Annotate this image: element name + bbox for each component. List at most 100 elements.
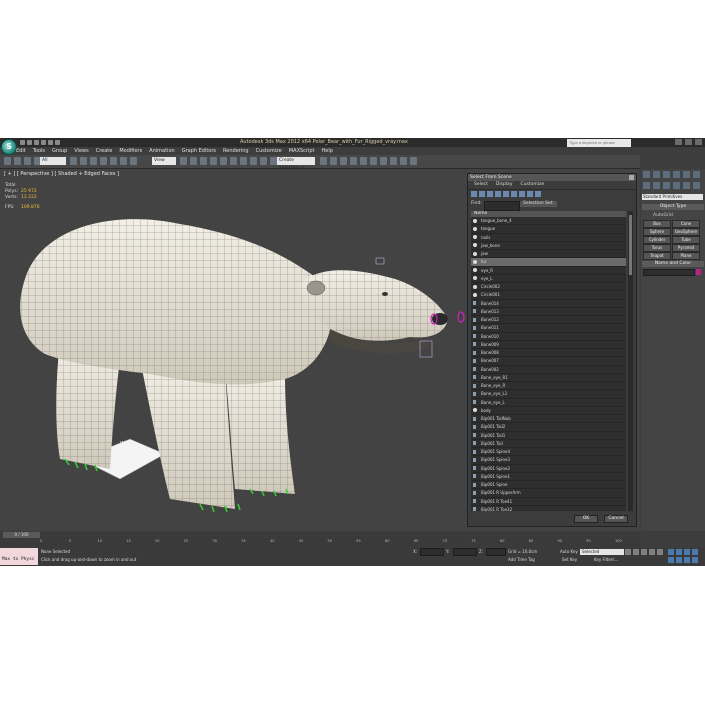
scene-object-list[interactable]: Name tongue_bone_4 tongue nails jaw_bone jaw…: [471, 211, 626, 511]
menu-edit[interactable]: Edit: [16, 147, 26, 155]
list-item[interactable]: nails: [471, 234, 626, 242]
list-item[interactable]: Bone012: [471, 316, 626, 325]
rotate-icon[interactable]: [120, 157, 127, 165]
dialog-close-icon[interactable]: [629, 175, 634, 180]
primitive-category-dropdown[interactable]: Standard Primitives: [642, 194, 703, 200]
scrollbar-thumb[interactable]: [629, 215, 632, 275]
project-folder-icon[interactable]: [55, 140, 60, 145]
curve-editor-icon[interactable]: [320, 157, 327, 165]
list-item[interactable]: eye_R: [471, 267, 626, 275]
scale-icon[interactable]: [130, 157, 137, 165]
menu-graph-editors[interactable]: Graph Editors: [182, 147, 216, 155]
list-item[interactable]: Bip001 Spine1: [471, 473, 626, 481]
list-item[interactable]: tongue: [471, 225, 626, 234]
select-by-name-icon[interactable]: [80, 157, 87, 165]
play-icon[interactable]: [641, 549, 647, 555]
z-coordinate-field[interactable]: [486, 548, 506, 556]
window-crossing-icon[interactable]: [100, 157, 107, 165]
orbit-icon[interactable]: [684, 557, 690, 563]
list-item[interactable]: Bip001 Spine2: [471, 465, 626, 473]
pivot-center-icon[interactable]: [180, 157, 187, 165]
list-item[interactable]: Circle001: [471, 291, 626, 300]
list-item[interactable]: Bip001 Spine: [471, 481, 626, 490]
minimize-icon[interactable]: [675, 139, 682, 145]
render-production-icon[interactable]: [370, 157, 377, 165]
display-tab-icon[interactable]: [683, 171, 690, 178]
activeshade-icon[interactable]: [410, 157, 417, 165]
list-item[interactable]: jaw_bone: [471, 242, 626, 250]
pan-icon[interactable]: [676, 557, 682, 563]
render-setup-icon[interactable]: [350, 157, 357, 165]
helpers-icon[interactable]: [683, 182, 690, 189]
motion-tab-icon[interactable]: [673, 171, 680, 178]
list-item[interactable]: Bone002: [471, 366, 626, 374]
menu-views[interactable]: Views: [74, 147, 88, 155]
menu-animation[interactable]: Animation: [149, 147, 175, 155]
display-all-icon[interactable]: [519, 191, 525, 197]
menu-help[interactable]: Help: [322, 147, 333, 155]
previous-frame-icon[interactable]: [633, 549, 639, 555]
menu-rendering[interactable]: Rendering: [223, 147, 249, 155]
schematic-view-icon[interactable]: [330, 157, 337, 165]
select-object-icon[interactable]: [70, 157, 77, 165]
go-to-start-icon[interactable]: [625, 549, 631, 555]
time-slider[interactable]: 0 / 100: [3, 532, 40, 538]
snap-icon[interactable]: [190, 157, 197, 165]
object-type-rollout[interactable]: Object Type: [642, 204, 704, 210]
add-time-tag-button[interactable]: Add Time Tag: [508, 557, 535, 562]
list-item[interactable]: Bip001 R Toe32: [471, 506, 626, 511]
redo-icon[interactable]: [48, 140, 53, 145]
display-bones-icon[interactable]: [511, 191, 517, 197]
angle-snap-icon[interactable]: [200, 157, 207, 165]
new-file-icon[interactable]: [20, 140, 25, 145]
list-item[interactable]: Bip001 R Toe41: [471, 498, 626, 506]
selection-filter-dropdown[interactable]: All: [40, 157, 66, 165]
plane-button[interactable]: Plane: [672, 252, 700, 260]
render-iterative-icon[interactable]: [380, 157, 387, 165]
dialog-menu-customize[interactable]: Customize: [520, 181, 544, 189]
undo-icon[interactable]: [41, 140, 46, 145]
geosphere-button[interactable]: GeoSphere: [672, 228, 700, 236]
list-item[interactable]: Bip001 Tail1: [471, 432, 626, 440]
object-name-field[interactable]: [643, 269, 695, 276]
undo-tool-icon[interactable]: [4, 157, 11, 165]
list-item[interactable]: Bone010: [471, 333, 626, 341]
menu-maxscript[interactable]: MAXScript: [289, 147, 315, 155]
x-coordinate-field[interactable]: [420, 548, 444, 556]
list-item[interactable]: Bone013: [471, 308, 626, 316]
search-input[interactable]: [567, 139, 631, 147]
list-item[interactable]: tongue_bone_4: [471, 217, 626, 226]
key-selection-dropdown[interactable]: Selected: [580, 549, 624, 555]
redo-tool-icon[interactable]: [14, 157, 21, 165]
sphere-button[interactable]: Sphere: [643, 228, 671, 236]
box-button[interactable]: Box: [643, 220, 671, 228]
graphite-tools-icon[interactable]: [270, 157, 277, 165]
display-helpers-icon[interactable]: [503, 191, 509, 197]
modify-tab-icon[interactable]: [653, 171, 660, 178]
menu-customize[interactable]: Customize: [256, 147, 282, 155]
ok-button[interactable]: OK: [574, 515, 598, 523]
list-item[interactable]: Bip001 R UpperArm: [471, 489, 626, 498]
list-item[interactable]: Bone009: [471, 341, 626, 349]
track-bar[interactable]: 0 5 10 15 20 25 30 35 40 45 50 55 60 65 70 75 80 85 90 95 10…: [40, 539, 622, 547]
open-file-icon[interactable]: [27, 140, 32, 145]
dialog-menu-display[interactable]: Display: [496, 181, 513, 189]
set-key-button[interactable]: Set Key: [562, 557, 577, 562]
cancel-button[interactable]: Cancel: [604, 515, 628, 523]
environment-icon[interactable]: [400, 157, 407, 165]
percent-snap-icon[interactable]: [210, 157, 217, 165]
dialog-menu-select[interactable]: Select: [474, 181, 488, 189]
display-lights-icon[interactable]: [487, 191, 493, 197]
torus-button[interactable]: Torus: [643, 244, 671, 252]
y-coordinate-field[interactable]: [453, 548, 477, 556]
rig-eye-target-right[interactable]: [457, 311, 465, 323]
maxscript-listener[interactable]: Max to Physc: [0, 548, 38, 565]
material-editor-icon[interactable]: [340, 157, 347, 165]
zoom-all-icon[interactable]: [676, 549, 682, 555]
list-item[interactable]: jaw: [471, 250, 626, 259]
list-item[interactable]: eye_L: [471, 275, 626, 283]
list-item[interactable]: Bone007: [471, 357, 626, 366]
edit-named-selection-icon[interactable]: [230, 157, 237, 165]
menu-group[interactable]: Group: [52, 147, 67, 155]
list-item[interactable]: Bip001 Tail2: [471, 423, 626, 432]
